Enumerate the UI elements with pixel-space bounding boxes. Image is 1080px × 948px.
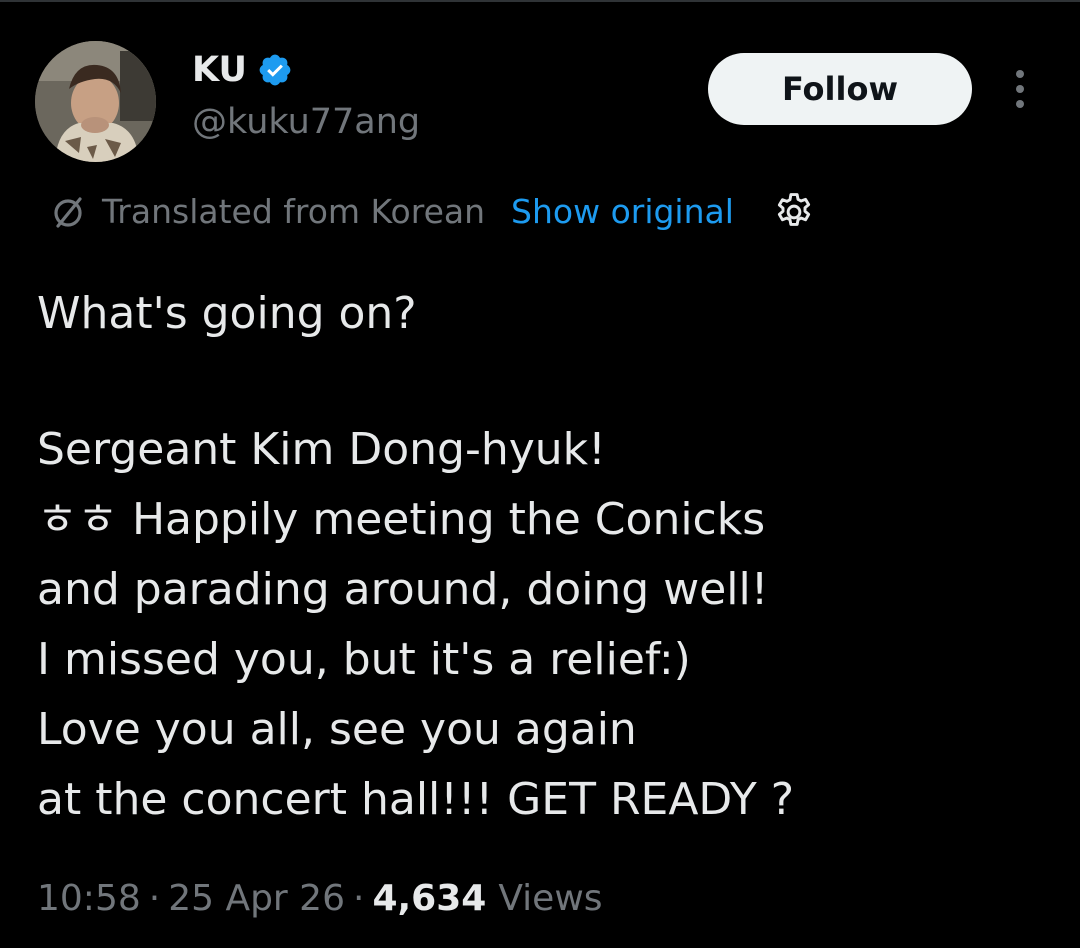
meta-separator: · [353,877,365,919]
tweet-text-line: ㅎㅎ Happily meeting the Conicks [37,494,766,545]
tweet-text: What's going on? Sergeant Kim Dong-hyuk!… [37,279,1037,835]
tweet-text-line: at the concert hall!!! GET READY ? [37,774,795,825]
tweet-text-line: What's going on? [37,288,417,339]
more-dot [1016,100,1024,108]
gear-icon[interactable] [772,190,816,234]
views-count: 4,634 [372,877,487,919]
avatar[interactable] [35,41,156,162]
author-handle[interactable]: @kuku77ang [192,100,420,144]
tweet-text-line: Sergeant Kim Dong-hyuk! [37,424,606,475]
avatar-photo [35,41,156,162]
tweet-text-line: and parading around, doing well! [37,564,769,615]
translation-notice: Translated from Korean Show original [48,188,816,236]
verified-badge-icon[interactable] [257,52,293,88]
follow-button[interactable]: Follow [708,53,972,125]
tweet-date[interactable]: 25 Apr 26 [168,878,345,919]
views-label: Views [498,877,603,919]
translate-icon [54,197,82,228]
more-dot [1016,70,1024,78]
translated-from-label: Translated from Korean [102,192,486,231]
tweet-text-line: Love you all, see you again [37,704,637,755]
author-name-row: KU [192,48,293,92]
author-display-name[interactable]: KU [192,48,247,92]
top-divider [0,0,1080,2]
meta-separator: · [148,877,161,919]
tweet-text-line: I missed you, but it's a relief:) [37,634,691,685]
show-original-link[interactable]: Show original [511,188,734,236]
more-dots-icon[interactable] [1000,64,1040,114]
tweet-time[interactable]: 10:58 [37,878,141,919]
tweet-meta: 10:58 · 25 Apr 26 · 4,634 Views [37,872,603,924]
more-dot [1016,85,1024,93]
